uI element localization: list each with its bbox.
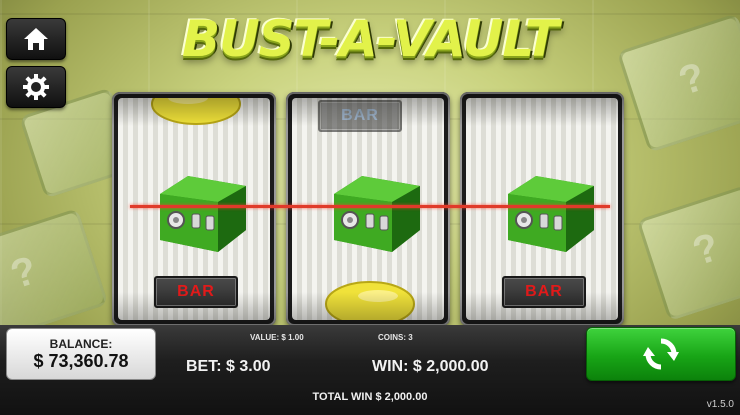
vault-symbol <box>334 176 420 252</box>
vault-symbol <box>160 176 246 252</box>
total-win: TOTAL WIN $ 2,000.00 <box>312 391 428 403</box>
spin-button[interactable] <box>586 327 736 381</box>
game-title: BUST-A-VAULT <box>181 10 559 68</box>
balance-display: BALANCE: $ 73,360.78 <box>6 328 156 380</box>
home-icon <box>24 28 48 50</box>
payline <box>130 205 610 208</box>
bet-amount: BET: $ 3.00 <box>186 358 271 375</box>
refresh-icon <box>643 338 679 370</box>
vault-symbol <box>508 176 594 252</box>
win-amount: WIN: $ 2,000.00 <box>372 358 489 375</box>
reel-2: BAR <box>286 92 450 326</box>
balance-value: $ 73,360.78 <box>33 351 129 371</box>
reel-3: BAR <box>460 92 624 326</box>
gear-icon <box>23 74 49 100</box>
balance-label: BALANCE: <box>49 337 113 351</box>
reel-1: BAR <box>112 92 276 326</box>
coins-label[interactable]: COINS: 3 <box>378 333 413 342</box>
reels-area: BAR BAR <box>112 92 628 328</box>
settings-button[interactable] <box>6 66 66 108</box>
home-button[interactable] <box>6 18 66 60</box>
coin-value-label[interactable]: VALUE: $ 1.00 <box>250 333 304 342</box>
version-label: v1.5.0 <box>706 399 734 410</box>
